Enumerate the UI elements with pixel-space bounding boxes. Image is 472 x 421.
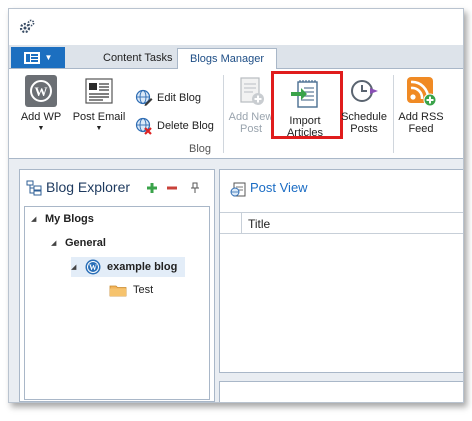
folder-icon xyxy=(109,285,127,297)
ribbon-tab-row: ▼ Content Tasks Blogs Manager xyxy=(9,45,463,70)
add-new-post-button[interactable]: Add New Post xyxy=(227,75,275,135)
chevron-down-icon: ▼ xyxy=(44,53,53,62)
add-wp-button[interactable]: W Add WP ▼ xyxy=(17,75,65,132)
add-icon[interactable] xyxy=(146,182,158,194)
tab-blogs-manager[interactable]: Blogs Manager xyxy=(177,48,277,70)
post-email-button[interactable]: Post Email ▼ xyxy=(71,75,127,132)
ribbon-separator xyxy=(223,75,224,153)
tree-node-label: Test xyxy=(133,284,154,296)
app-window: ▼ Content Tasks Blogs Manager W Add WP ▼ xyxy=(8,8,464,403)
chevron-down-icon: ▼ xyxy=(95,125,103,132)
tree-node-general[interactable]: ◢ General xyxy=(51,237,106,249)
tree-node-label: example blog xyxy=(107,261,178,273)
application-menu-button[interactable]: ▼ xyxy=(11,47,65,68)
edit-blog-label: Edit Blog xyxy=(157,92,202,104)
add-wp-label: Add WP xyxy=(20,111,62,123)
blog-explorer-header: Blog Explorer xyxy=(20,170,214,204)
column-header-title[interactable]: Title xyxy=(248,217,270,231)
ribbon-panel: W Add WP ▼ Post Email ▼ Edit Blog Delete… xyxy=(9,69,463,159)
expanded-triangle-icon[interactable]: ◢ xyxy=(31,215,39,223)
blog-tree: ◢ My Blogs ◢ General ◢ W example blog Te… xyxy=(24,206,210,400)
remove-icon[interactable] xyxy=(166,182,178,194)
gear-icon[interactable] xyxy=(19,19,35,35)
clock-icon xyxy=(351,80,378,102)
chevron-down-icon: ▼ xyxy=(37,125,45,132)
expanded-triangle-icon[interactable]: ◢ xyxy=(51,239,59,247)
tree-node-example-blog[interactable]: ◢ W example blog xyxy=(71,257,186,277)
svg-text:W: W xyxy=(35,84,48,99)
schedule-posts-label: Schedule Posts xyxy=(341,111,387,135)
tree-node-my-blogs[interactable]: ◢ My Blogs xyxy=(31,213,94,225)
add-rss-feed-label: Add RSS Feed xyxy=(398,111,444,135)
newspaper-icon xyxy=(85,78,113,104)
globe-delete-icon xyxy=(135,117,152,135)
bottom-panel xyxy=(219,381,463,402)
post-grid-header: Title xyxy=(220,212,463,234)
globe-edit-icon xyxy=(135,89,153,106)
post-email-label: Post Email xyxy=(72,111,126,123)
ribbon-group-label: Blog xyxy=(189,143,212,155)
wordpress-icon: W xyxy=(25,75,57,107)
import-articles-highlight-box xyxy=(271,71,343,139)
schedule-posts-button[interactable]: Schedule Posts xyxy=(339,75,389,135)
add-post-icon xyxy=(240,77,264,105)
row-selector-header[interactable] xyxy=(220,213,242,233)
svg-text:W: W xyxy=(89,263,97,272)
tree-explorer-icon xyxy=(26,180,42,196)
edit-blog-button[interactable]: Edit Blog xyxy=(135,89,201,107)
title-bar xyxy=(9,9,463,45)
tree-node-test-folder[interactable]: Test xyxy=(109,283,153,297)
delete-blog-label: Delete Blog xyxy=(157,120,214,132)
delete-blog-button[interactable]: Delete Blog xyxy=(135,117,214,135)
add-rss-feed-button[interactable]: Add RSS Feed xyxy=(397,75,445,135)
post-view-icon xyxy=(230,182,246,197)
blog-explorer-panel: Blog Explorer ◢ My Blogs ◢ General ◢ W e… xyxy=(19,169,215,402)
pin-icon[interactable] xyxy=(190,182,200,194)
post-view-panel: Post View Title xyxy=(219,169,463,373)
wordpress-icon: W xyxy=(85,259,101,275)
rss-add-icon xyxy=(407,77,437,107)
workspace: Blog Explorer ◢ My Blogs ◢ General ◢ W e… xyxy=(9,159,463,402)
add-new-post-label: Add New Post xyxy=(228,111,274,135)
expanded-triangle-icon[interactable]: ◢ xyxy=(71,263,79,271)
tab-content-tasks[interactable]: Content Tasks xyxy=(91,48,185,70)
tree-node-label: General xyxy=(65,237,106,249)
ribbon-separator xyxy=(393,75,394,153)
layout-icon xyxy=(23,51,40,64)
post-view-title: Post View xyxy=(250,180,308,195)
tree-node-label: My Blogs xyxy=(45,213,94,225)
blog-explorer-title: Blog Explorer xyxy=(46,179,131,195)
